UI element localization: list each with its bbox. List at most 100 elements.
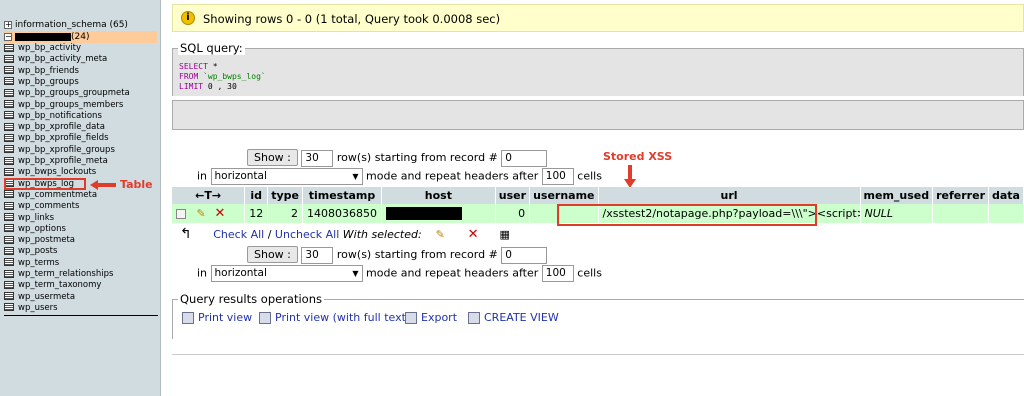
row-checkbox[interactable] (176, 209, 186, 219)
table-icon[interactable] (4, 213, 14, 221)
create-view-link[interactable]: CREATE VIEW (468, 311, 559, 324)
uncheck-all-link[interactable]: Uncheck All (275, 228, 339, 241)
table-icon[interactable] (4, 66, 14, 75)
table-icon[interactable] (4, 111, 14, 120)
table-icon[interactable] (4, 303, 14, 312)
mode-select[interactable]: horizontal ▼ (210, 168, 363, 185)
sidebar-item-wp-bp-xprofile-data[interactable]: wp_bp_xprofile_data (4, 122, 105, 133)
column-header-referrer[interactable]: referrer (932, 187, 989, 204)
rows-input[interactable]: 30 (301, 149, 334, 167)
sidebar-item-label: wp_options (18, 223, 66, 234)
cell-id: 12 (244, 204, 269, 223)
table-icon[interactable] (4, 292, 14, 301)
print-view-full-link[interactable]: Print view (with full texts) (259, 311, 416, 324)
stored-xss-annotation: Stored XSS (603, 150, 673, 163)
sql-query-legend: SQL query: (178, 41, 245, 55)
column-header-host[interactable]: host (381, 187, 496, 204)
table-icon[interactable] (4, 190, 14, 199)
sidebar-item-wp-postmeta[interactable]: wp_postmeta (4, 235, 75, 246)
sidebar-item-label: wp_bwps_lockouts (18, 167, 97, 178)
table-icon[interactable] (4, 145, 14, 154)
sidebar-item-wp-term-taxonomy[interactable]: wp_term_taxonomy (4, 280, 101, 291)
table-icon[interactable] (4, 246, 14, 255)
edit-icon[interactable]: ✎ (197, 208, 208, 219)
sidebar-item-label: wp_commentmeta (18, 189, 98, 200)
table-icon[interactable] (4, 201, 14, 210)
table-icon[interactable] (4, 235, 14, 244)
sidebar-item-wp-options[interactable]: wp_options (4, 224, 66, 235)
table-icon[interactable] (4, 54, 14, 63)
show-button[interactable]: Show : (247, 149, 298, 166)
sidebar-item-wp-commentmeta[interactable]: wp_commentmeta (4, 190, 97, 201)
sidebar-item-label: wp_bp_xprofile_groups (18, 144, 115, 155)
column-header-user[interactable]: user (495, 187, 531, 204)
rows-input[interactable]: 30 (301, 246, 334, 264)
delete-icon[interactable]: ✕ (215, 206, 226, 221)
cell-type: 2 (267, 204, 303, 223)
table-icon[interactable] (4, 167, 14, 176)
sidebar-item-wp-bp-xprofile-fields[interactable]: wp_bp_xprofile_fields (4, 133, 109, 144)
column-header-id[interactable]: id (244, 187, 269, 204)
sidebar-item-wp-bp-activity[interactable]: wp_bp_activity (4, 43, 81, 54)
redacted-host (385, 207, 462, 221)
table-icon[interactable] (4, 224, 14, 233)
table-icon[interactable] (4, 77, 14, 86)
navigation-sidebar: + information_schema (65) − (24) wp_bp_act… (0, 0, 161, 396)
column-header-mem-used[interactable]: mem_used (860, 187, 934, 204)
sidebar-item-label: wp_posts (18, 246, 58, 257)
start-record-input[interactable]: 0 (501, 149, 548, 167)
table-icon[interactable] (4, 133, 14, 142)
column-header-data[interactable]: data (988, 187, 1024, 204)
mode-select[interactable]: horizontal ▼ (210, 265, 363, 282)
table-icon[interactable] (4, 258, 14, 267)
sidebar-item-wp-comments[interactable]: wp_comments (4, 201, 79, 212)
sidebar-item-wp-bp-notifications[interactable]: wp_bp_notifications (4, 111, 102, 122)
table-icon[interactable] (4, 100, 14, 108)
column-header-url[interactable]: url (598, 187, 861, 204)
table-icon[interactable] (4, 269, 14, 278)
table-icon[interactable] (4, 43, 14, 52)
sql-keyword-select: SELECT (179, 62, 208, 71)
column-header-timestamp[interactable]: timestamp (302, 187, 382, 204)
repeat-headers-input[interactable]: 100 (541, 265, 574, 282)
column-nav-arrows[interactable]: ←T→ (172, 187, 246, 204)
sidebar-item-wp-users[interactable]: wp_users (4, 303, 58, 314)
db-current[interactable]: − (24) (3, 31, 157, 43)
cell-data (988, 204, 1024, 223)
sql-code[interactable]: SELECT * FROM `wp_bwps_log` LIMIT 0 , 30 (179, 62, 266, 92)
sidebar-item-label: wp_bp_groups_members (18, 99, 124, 110)
delete-selected-icon[interactable]: ✕ (468, 227, 479, 242)
sidebar-item-wp-bp-friends[interactable]: wp_bp_friends (4, 66, 79, 77)
export-link[interactable]: Export (405, 311, 457, 324)
sidebar-item-wp-bp-groups-groupmeta[interactable]: wp_bp_groups_groupmeta (4, 88, 130, 99)
column-header-type[interactable]: type (267, 187, 303, 204)
export-selected-icon[interactable]: ▦ (500, 228, 510, 241)
sidebar-item-wp-bp-xprofile-groups[interactable]: wp_bp_xprofile_groups (4, 145, 115, 156)
db-information-schema[interactable]: + information_schema (65) (4, 19, 128, 31)
expand-icon[interactable]: + (4, 20, 12, 29)
sidebar-item-wp-bp-groups-members[interactable]: wp_bp_groups_members (4, 100, 123, 111)
sidebar-item-wp-bp-activity-meta[interactable]: wp_bp_activity_meta (4, 54, 107, 65)
show-button[interactable]: Show : (247, 246, 298, 263)
sidebar-item-wp-posts[interactable]: wp_posts (4, 246, 57, 257)
sidebar-item-wp-terms[interactable]: wp_terms (4, 258, 59, 269)
repeat-headers-input[interactable]: 100 (541, 168, 574, 185)
table-icon[interactable] (4, 122, 14, 131)
sidebar-item-wp-term-relationships[interactable]: wp_term_relationships (4, 269, 113, 280)
edit-selected-icon[interactable]: ✎ (436, 229, 447, 240)
cells-text: cells (577, 266, 602, 280)
sidebar-item-wp-bwps-lockouts[interactable]: wp_bwps_lockouts (4, 167, 96, 178)
check-all-link[interactable]: Check All (213, 228, 264, 241)
sidebar-item-wp-bp-xprofile-meta[interactable]: wp_bp_xprofile_meta (4, 156, 108, 167)
sidebar-item-wp-links[interactable]: wp_links (4, 213, 54, 224)
column-header-username[interactable]: username (529, 187, 599, 204)
sidebar-item-wp-usermeta[interactable]: wp_usermeta (4, 292, 75, 303)
result-notice: i Showing rows 0 - 0 (1 total, Query too… (172, 4, 1024, 32)
print-view-link[interactable]: Print view (182, 311, 252, 324)
start-record-input[interactable]: 0 (501, 246, 548, 264)
sidebar-item-wp-bp-groups[interactable]: wp_bp_groups (4, 77, 79, 88)
collapse-icon[interactable]: − (4, 32, 12, 41)
table-icon[interactable] (4, 280, 14, 289)
table-icon[interactable] (4, 88, 14, 97)
table-icon[interactable] (4, 156, 14, 165)
